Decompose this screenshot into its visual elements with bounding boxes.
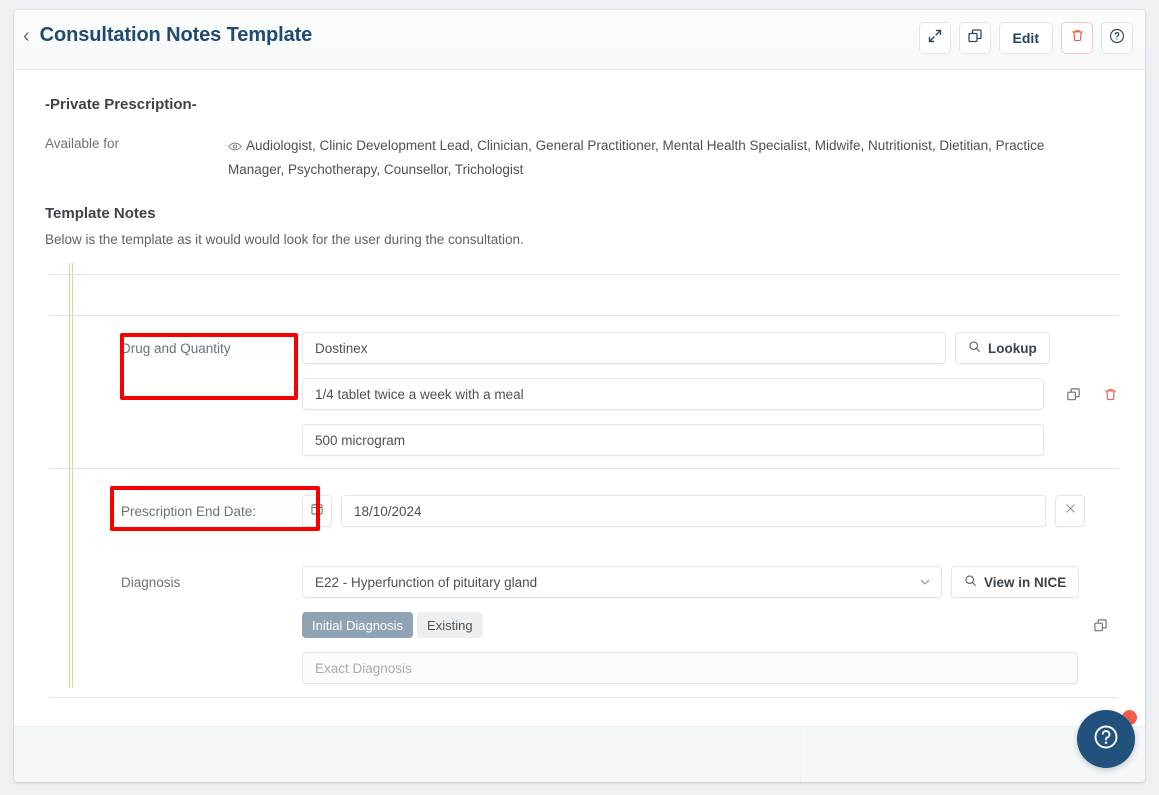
edit-button[interactable]: Edit [998, 22, 1053, 54]
guide-line-right [72, 263, 73, 687]
help-fab[interactable] [1077, 710, 1135, 768]
drug-name-input[interactable]: Dostinex [302, 332, 946, 364]
template-preview: Drug and Quantity Dostinex Lookup 1/4 ta… [34, 263, 1123, 698]
question-circle-icon [1090, 721, 1122, 758]
diagnosis-select-line: E22 - Hyperfunction of pituitary gland V… [302, 566, 1108, 598]
footer-divider [800, 727, 801, 782]
prescription-end-date-controls: 18/10/2024 [302, 495, 1085, 527]
screenshot-root: ‹ Consultation Notes Template Edit -Priv… [0, 0, 1159, 795]
drug-dose-line: 1/4 tablet twice a week with a meal [302, 378, 1118, 410]
copy-icon [967, 28, 983, 49]
diagnosis-type-segmented-control: Initial Diagnosis Existing [302, 612, 483, 638]
lookup-button-label: Lookup [988, 340, 1037, 356]
view-in-nice-button[interactable]: View in NICE [951, 566, 1080, 598]
diagnosis-segment-line: Initial Diagnosis Existing [302, 612, 1108, 638]
prescription-end-date-input[interactable]: 18/10/2024 [341, 495, 1046, 527]
divider-bottom [49, 697, 1118, 698]
exact-diagnosis-line: Exact Diagnosis [302, 652, 1108, 684]
search-icon [964, 574, 977, 590]
chevron-left-icon[interactable]: ‹ [22, 26, 31, 46]
delete-button[interactable] [1061, 22, 1093, 54]
page-footer [14, 726, 1145, 782]
chevron-down-icon [918, 575, 932, 592]
drug-dose-input[interactable]: 1/4 tablet twice a week with a meal [302, 378, 1044, 410]
header-actions: Edit [918, 22, 1133, 54]
expand-arrows-icon [927, 28, 943, 49]
diagnosis-select[interactable]: E22 - Hyperfunction of pituitary gland [302, 566, 942, 598]
clear-date-button[interactable] [1055, 495, 1085, 527]
private-prescription-title: -Private Prescription- [45, 96, 197, 113]
question-circle-icon [1108, 27, 1126, 50]
diagnosis-label: Diagnosis [121, 575, 181, 590]
available-for-label: Available for [45, 136, 120, 151]
drug-and-quantity-label: Drug and Quantity [121, 341, 231, 356]
view-in-nice-label: View in NICE [984, 574, 1067, 590]
template-notes-subtitle: Below is the template as it would would … [45, 232, 524, 247]
segment-initial-diagnosis[interactable]: Initial Diagnosis [302, 612, 414, 638]
divider-top [49, 274, 1118, 275]
diagnosis-row: Diagnosis E22 - Hyperfunction of pituita… [102, 566, 1108, 684]
page-title: Consultation Notes Template [39, 24, 313, 46]
trash-icon [1070, 28, 1085, 48]
divider-date-top [49, 468, 1118, 469]
drug-duplicate-button[interactable] [1066, 387, 1081, 402]
drug-strength-line: 500 microgram [302, 424, 1118, 456]
exact-diagnosis-input[interactable]: Exact Diagnosis [302, 652, 1078, 684]
page-body: -Private Prescription- Available for Aud… [14, 70, 1145, 782]
expand-button[interactable] [918, 22, 951, 54]
divider-drug-top [49, 315, 1118, 316]
drug-delete-button[interactable] [1103, 387, 1118, 402]
drug-name-line: Dostinex Lookup [302, 332, 1118, 364]
drug-strength-input[interactable]: 500 microgram [302, 424, 1044, 456]
available-for-row: Available for Audiologist, Clinic Develo… [45, 135, 1123, 181]
duplicate-button[interactable] [958, 22, 991, 54]
diagnosis-select-value: E22 - Hyperfunction of pituitary gland [315, 574, 538, 590]
calendar-icon [310, 502, 324, 521]
template-notes-title: Template Notes [45, 205, 156, 222]
page-header: ‹ Consultation Notes Template Edit [14, 10, 1145, 70]
diagnosis-controls: E22 - Hyperfunction of pituitary gland V… [302, 566, 1108, 684]
drug-and-quantity-row: Drug and Quantity Dostinex Lookup 1/4 ta… [102, 332, 1118, 456]
available-for-values-wrap: Audiologist, Clinic Development Lead, Cl… [228, 135, 1103, 181]
search-icon [968, 340, 981, 356]
close-icon [1064, 502, 1077, 520]
eye-icon [228, 137, 242, 159]
calendar-button[interactable] [302, 495, 332, 527]
segment-existing[interactable]: Existing [417, 612, 483, 638]
available-for-values: Audiologist, Clinic Development Lead, Cl… [228, 138, 1045, 177]
lookup-button[interactable]: Lookup [955, 332, 1050, 364]
diagnosis-duplicate-button[interactable] [1093, 618, 1108, 633]
prescription-end-date-label: Prescription End Date: [121, 503, 257, 519]
app-window: ‹ Consultation Notes Template Edit -Priv… [14, 10, 1145, 782]
drug-inputs-group: Dostinex Lookup 1/4 tablet twice a week … [302, 332, 1118, 456]
header-left-group: ‹ Consultation Notes Template [22, 24, 312, 47]
help-button[interactable] [1101, 22, 1133, 54]
edit-button-label: Edit [1012, 30, 1039, 46]
prescription-end-date-row: Prescription End Date: 18/10/2024 [102, 495, 1085, 527]
guide-line-left [69, 263, 70, 687]
